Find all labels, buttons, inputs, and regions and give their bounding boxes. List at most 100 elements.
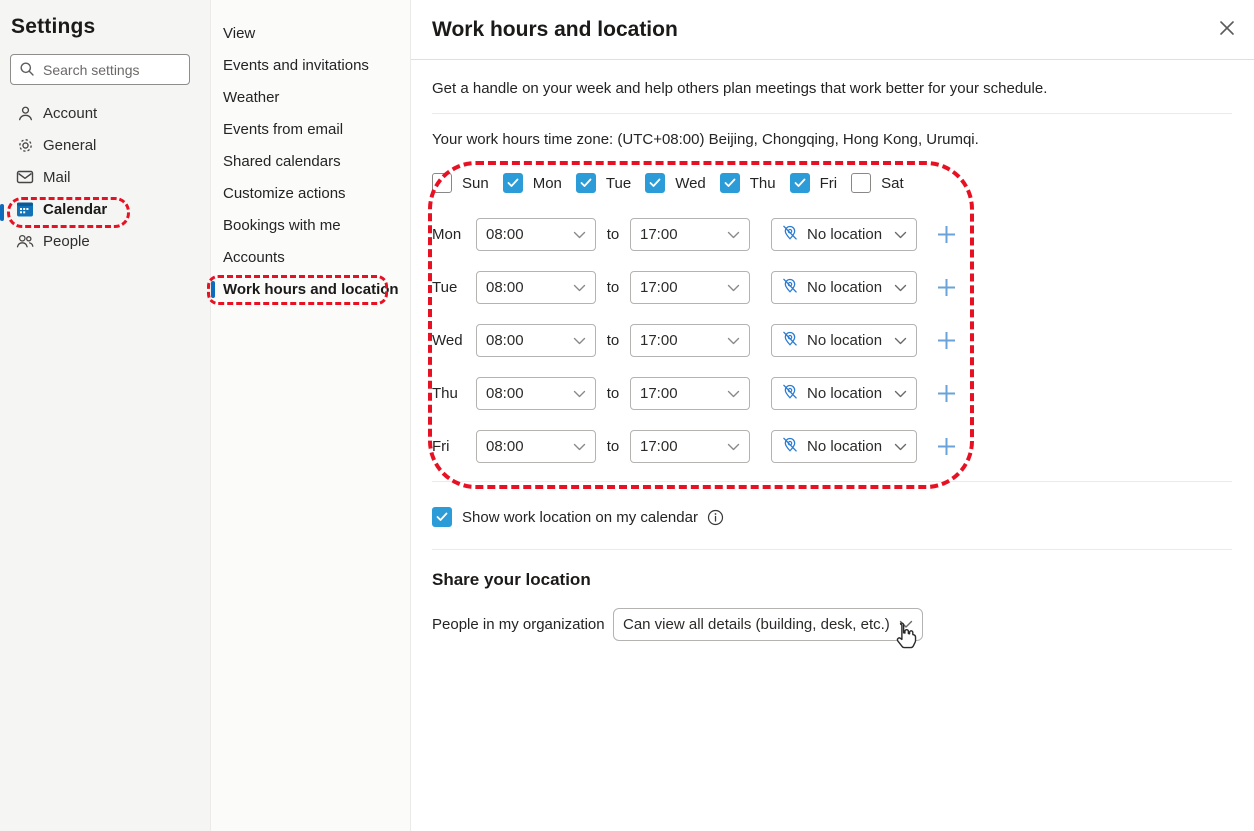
chevron-down-icon <box>727 226 740 243</box>
location-dropdown[interactable]: No location <box>771 430 917 463</box>
row-day-label: Tue <box>432 279 458 296</box>
to-label: to <box>606 385 620 402</box>
search-input[interactable] <box>10 54 190 85</box>
location-off-icon <box>781 436 799 458</box>
gear-icon <box>16 136 34 154</box>
chevron-down-icon <box>727 279 740 296</box>
to-label: to <box>606 332 620 349</box>
end-time-dropdown[interactable]: 17:00 <box>630 271 750 304</box>
mail-icon <box>16 168 34 186</box>
start-time-dropdown[interactable]: 08:00 <box>476 430 596 463</box>
checkbox-checked <box>575 173 596 193</box>
sidebar-list: Account General Mail Calendar People <box>0 97 210 257</box>
sidebar-item-calendar[interactable]: Calendar <box>0 193 210 225</box>
day-checkbox-sat[interactable]: Sat <box>851 173 904 193</box>
person-icon <box>16 104 34 122</box>
work-hours-row-wed: Wed 08:00 to 17:00 No location <box>432 324 1232 357</box>
sidebar-item-people[interactable]: People <box>0 225 210 257</box>
location-dropdown[interactable]: No location <box>771 271 917 304</box>
panel-header: Work hours and location <box>411 0 1254 60</box>
chevron-down-icon <box>894 438 907 455</box>
sidebar-item-label: Calendar <box>43 200 108 218</box>
chevron-down-icon <box>894 332 907 349</box>
add-time-slot-button[interactable] <box>934 275 959 300</box>
day-checkbox-mon[interactable]: Mon <box>502 173 562 193</box>
row-day-label: Thu <box>432 385 458 402</box>
day-checkbox-wed[interactable]: Wed <box>645 173 706 193</box>
work-hours-row-fri: Fri 08:00 to 17:00 No location <box>432 430 1232 463</box>
sidebar-item-label: Mail <box>43 168 71 186</box>
panel-body: Get a handle on your week and help other… <box>411 80 1254 641</box>
start-time-dropdown[interactable]: 08:00 <box>476 324 596 357</box>
show-location-row: Show work location on my calendar <box>432 507 1232 527</box>
day-checkbox-fri[interactable]: Fri <box>789 173 837 193</box>
nav-item-accounts[interactable]: Accounts <box>211 241 410 273</box>
chevron-down-icon <box>894 385 907 402</box>
chevron-down-icon <box>573 385 586 402</box>
chevron-down-icon <box>894 226 907 243</box>
start-time-dropdown[interactable]: 08:00 <box>476 377 596 410</box>
nav-item-shared-calendars[interactable]: Shared calendars <box>211 145 410 177</box>
day-checkbox-sun[interactable]: Sun <box>432 173 489 193</box>
add-time-slot-button[interactable] <box>934 381 959 406</box>
start-time-dropdown[interactable]: 08:00 <box>476 218 596 251</box>
to-label: to <box>606 279 620 296</box>
end-time-dropdown[interactable]: 17:00 <box>630 377 750 410</box>
nav-item-work-hours-and-location[interactable]: Work hours and location <box>211 273 410 305</box>
end-time-dropdown[interactable]: 17:00 <box>630 430 750 463</box>
sidebar-item-general[interactable]: General <box>0 129 210 161</box>
org-share-label: People in my organization <box>432 616 605 633</box>
close-button[interactable] <box>1214 15 1240 44</box>
chevron-down-icon <box>894 279 907 296</box>
add-time-slot-button[interactable] <box>934 222 959 247</box>
info-icon[interactable] <box>707 509 724 526</box>
show-location-checkbox[interactable]: Show work location on my calendar <box>432 507 698 527</box>
location-off-icon <box>781 277 799 299</box>
checkbox-checked <box>789 173 810 193</box>
nav-item-bookings-with-me[interactable]: Bookings with me <box>211 209 410 241</box>
search-icon <box>19 61 35 82</box>
nav-item-events-from-email[interactable]: Events from email <box>211 113 410 145</box>
row-day-label: Mon <box>432 226 462 243</box>
org-share-dropdown[interactable]: Can view all details (building, desk, et… <box>613 608 923 641</box>
work-hours-panel: Work hours and location Get a handle on … <box>410 0 1254 831</box>
chevron-down-icon <box>573 332 586 349</box>
end-time-dropdown[interactable]: 17:00 <box>630 218 750 251</box>
work-days-row: Sun Mon Tue Wed Thu Fri Sat <box>432 173 1232 193</box>
nav-item-view[interactable]: View <box>211 17 410 49</box>
end-time-dropdown[interactable]: 17:00 <box>630 324 750 357</box>
location-dropdown[interactable]: No location <box>771 218 917 251</box>
location-dropdown[interactable]: No location <box>771 324 917 357</box>
row-day-label: Wed <box>432 332 463 349</box>
calendar-settings-nav: View Events and invitations Weather Even… <box>207 0 410 831</box>
people-icon <box>16 232 34 250</box>
add-time-slot-button[interactable] <box>934 328 959 353</box>
description-text: Get a handle on your week and help other… <box>432 80 1048 97</box>
location-off-icon <box>781 330 799 352</box>
chevron-down-icon <box>727 332 740 349</box>
row-day-label: Fri <box>432 438 450 455</box>
to-label: to <box>606 438 620 455</box>
nav-item-events-and-invitations[interactable]: Events and invitations <box>211 49 410 81</box>
checkbox-checked <box>432 507 452 527</box>
sidebar-item-label: Account <box>43 104 98 122</box>
share-location-heading: Share your location <box>432 570 591 589</box>
start-time-dropdown[interactable]: 08:00 <box>476 271 596 304</box>
divider <box>432 113 1232 114</box>
nav-item-weather[interactable]: Weather <box>211 81 410 113</box>
sidebar-item-label: People <box>43 232 90 250</box>
add-time-slot-button[interactable] <box>934 434 959 459</box>
nav-item-customize-actions[interactable]: Customize actions <box>211 177 410 209</box>
day-checkbox-tue[interactable]: Tue <box>575 173 631 193</box>
sidebar-item-account[interactable]: Account <box>0 97 210 129</box>
day-checkbox-thu[interactable]: Thu <box>719 173 776 193</box>
sidebar-item-mail[interactable]: Mail <box>0 161 210 193</box>
settings-sidebar: Settings Account General <box>0 0 210 831</box>
chevron-down-icon <box>899 616 913 633</box>
location-dropdown[interactable]: No location <box>771 377 917 410</box>
checkbox-checked <box>645 173 666 193</box>
chevron-down-icon <box>573 438 586 455</box>
work-hours-row-mon: Mon 08:00 to 17:00 No location <box>432 218 1232 251</box>
settings-title: Settings <box>11 15 96 38</box>
close-icon <box>1218 19 1236 40</box>
